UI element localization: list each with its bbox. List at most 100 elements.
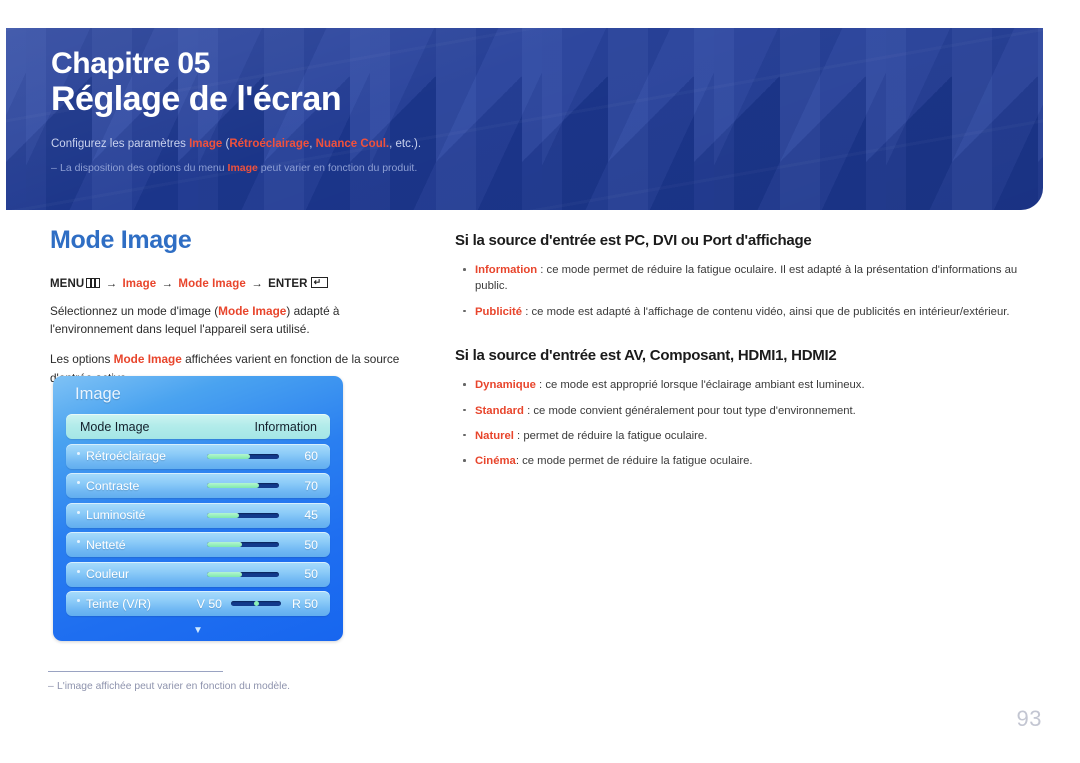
enter-key-icon: ↵ — [310, 277, 328, 288]
osd-value: 70 — [304, 478, 318, 493]
list-item-text: : ce mode est approprié lorsque l'éclair… — [535, 379, 865, 392]
list-pc-modes: Information : ce mode permet de réduire … — [455, 262, 1025, 320]
tint-slider-thumb — [253, 601, 259, 606]
slider-track[interactable] — [207, 571, 279, 577]
list-item: Cinéma: ce mode permet de réduire la fat… — [455, 453, 1025, 469]
osd-label: Rétroéclairage — [86, 449, 166, 463]
osd-row-teinte[interactable]: Teinte (V/R) V 50 R 50 — [66, 591, 330, 616]
banner-desc-highlight-image: Image — [189, 138, 223, 151]
slider-fill — [207, 483, 259, 488]
paragraph-mode-image-select: Sélectionnez un mode d'image (Mode Image… — [50, 302, 425, 339]
menu-path-arrow-3: → — [251, 278, 263, 290]
osd-value: Information — [254, 419, 317, 434]
footnote-text: L'image affichée peut varier en fonction… — [57, 681, 291, 692]
osd-row-list: Mode Image Information Rétroéclairage 60… — [66, 414, 330, 621]
slider-track[interactable] — [207, 512, 279, 518]
list-item: Standard : ce mode convient généralement… — [455, 403, 1025, 419]
slider-track[interactable] — [207, 453, 279, 459]
osd-label: Couleur — [86, 567, 130, 581]
footnote: ‒ L'image affichée peut varier en fonctio… — [48, 679, 290, 694]
osd-value: 50 — [304, 567, 318, 581]
menu-path-menu: MENU — [50, 278, 85, 290]
osd-title: Image — [75, 385, 121, 403]
banner-desc-post: , etc.). — [389, 138, 422, 151]
banner-desc-highlight-colortone: Nuance Coul. — [315, 138, 390, 151]
para2-pre: Les options — [50, 352, 114, 367]
tint-slider-track[interactable] — [231, 601, 282, 606]
slider-fill — [207, 453, 251, 459]
para2-highlight: Mode Image — [113, 352, 182, 367]
list-item-text: : ce mode convient généralement pour tou… — [523, 404, 856, 417]
menu-path-enter: ENTER — [268, 278, 308, 290]
list-av-modes: Dynamique : ce mode est approprié lorsqu… — [455, 377, 1025, 470]
bullet-icon — [77, 481, 80, 484]
list-item: Publicité : ce mode est adapté à l'affic… — [455, 304, 1025, 320]
osd-label: Mode Image — [80, 419, 150, 434]
bullet-icon — [77, 599, 80, 602]
osd-menu-panel: Image Mode Image Information Rétroéclair… — [53, 376, 343, 641]
scroll-down-caret-icon[interactable]: ▼ — [53, 626, 343, 636]
slider-track[interactable] — [207, 483, 279, 488]
osd-row-mode-image[interactable]: Mode Image Information — [66, 414, 330, 439]
note-dash-icon: ‒ — [51, 162, 57, 175]
left-column: Mode Image MENU → Image → Mode Image → E… — [50, 226, 425, 398]
list-item-term: Standard — [475, 404, 524, 417]
slider-fill — [207, 512, 240, 518]
list-item: Dynamique : ce mode est approprié lorsqu… — [455, 377, 1025, 393]
list-item-term: Naturel — [475, 429, 514, 442]
list-item-term: Publicité — [475, 305, 523, 318]
list-item: Information : ce mode permet de réduire … — [455, 262, 1025, 295]
osd-row-contraste[interactable]: Contraste 70 — [66, 473, 330, 498]
chapter-label: Chapitre 05 — [51, 47, 210, 80]
bullet-icon — [77, 540, 80, 543]
para1-highlight: Mode Image — [218, 304, 287, 318]
page-title: Réglage de l'écran — [51, 79, 342, 118]
menu-path-arrow-1: → — [105, 278, 118, 290]
list-item-text: : permet de réduire la fatigue oculaire. — [513, 429, 708, 442]
osd-label: Contraste — [86, 478, 140, 493]
list-item-term: Cinéma — [475, 455, 516, 468]
menu-bars-icon — [86, 278, 101, 288]
bullet-icon — [77, 569, 80, 573]
section-heading-mode-image: Mode Image — [50, 226, 192, 254]
subheading-av-component-hdmi: Si la source d'entrée est AV, Composant,… — [455, 347, 837, 365]
list-item-text: : ce mode permet de réduire la fatigue o… — [515, 455, 753, 468]
chapter-banner: Chapitre 05 Réglage de l'écran Configure… — [6, 28, 1043, 210]
banner-description: Configurez les paramètres Image (Rétroéc… — [51, 136, 1023, 153]
page-number: 93 — [1016, 706, 1042, 731]
osd-row-retroeclairage[interactable]: Rétroéclairage 60 — [66, 443, 330, 469]
osd-row-nettete[interactable]: Netteté 50 — [66, 532, 330, 557]
subheading-pc-dvi-displayport: Si la source d'entrée est PC, DVI ou Por… — [455, 232, 812, 249]
slider-fill — [207, 571, 242, 577]
footnote-dash-icon: ‒ — [48, 681, 54, 692]
bullet-icon — [77, 451, 80, 455]
slider-track[interactable] — [207, 542, 279, 547]
slider-fill — [207, 542, 242, 547]
osd-label: Netteté — [86, 537, 126, 552]
banner-note: ‒ La disposition des options du menu Imag… — [51, 161, 1023, 177]
banner-note-highlight: Image — [227, 162, 258, 175]
bullet-icon — [77, 510, 80, 514]
banner-note-post: peut varier en fonction du produit. — [257, 162, 418, 175]
menu-path: MENU → Image → Mode Image → ENTER ↵ — [50, 277, 425, 290]
banner-desc-highlight-backlight: Rétroéclairage — [229, 138, 310, 151]
osd-value: 60 — [304, 449, 318, 463]
osd-value: 45 — [304, 508, 318, 522]
osd-row-couleur[interactable]: Couleur 50 — [66, 561, 330, 587]
footnote-divider — [48, 671, 223, 672]
osd-tint-green-value: V 50 — [196, 596, 223, 611]
osd-row-luminosite[interactable]: Luminosité 45 — [66, 502, 330, 528]
list-item-text: : ce mode est adapté à l'affichage de co… — [522, 305, 1010, 318]
list-item-term: Dynamique — [475, 379, 536, 392]
banner-note-pre: La disposition des options du menu — [60, 162, 228, 175]
menu-path-step-image: Image — [122, 278, 157, 290]
menu-path-arrow-2: → — [161, 278, 174, 290]
list-item-text: : ce mode permet de réduire la fatigue o… — [475, 264, 1018, 293]
list-item-term: Information — [475, 264, 538, 276]
menu-path-step-mode-image: Mode Image — [178, 278, 246, 290]
osd-label: Teinte (V/R) — [86, 596, 151, 611]
right-column: Si la source d'entrée est PC, DVI ou Por… — [455, 232, 1025, 479]
osd-label: Luminosité — [86, 508, 146, 522]
osd-value: 50 — [304, 537, 318, 552]
osd-tint-red-value: R 50 — [292, 596, 318, 611]
